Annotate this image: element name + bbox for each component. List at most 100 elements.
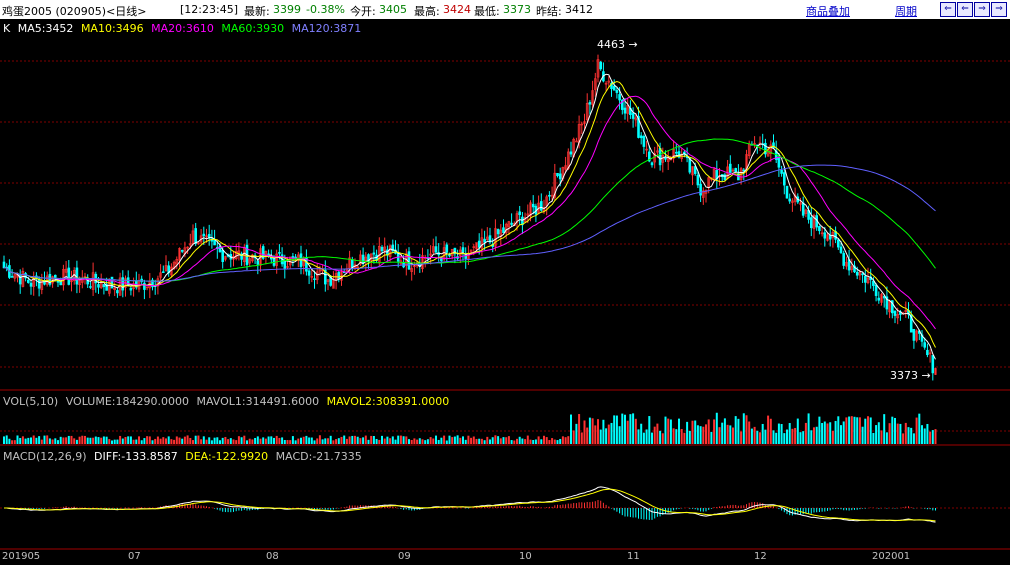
candle-body	[923, 342, 927, 348]
low-label: 最低:	[474, 5, 500, 18]
volume-bar	[453, 436, 456, 444]
nav-last-icon[interactable]: ⇒	[991, 2, 1007, 17]
volume-bar	[421, 439, 424, 444]
volume-bar	[135, 439, 138, 444]
volume-bar	[318, 435, 321, 444]
candle-body	[788, 198, 792, 202]
volume-bar	[537, 436, 540, 444]
volume-bar	[362, 437, 365, 444]
volume-bar	[389, 438, 392, 444]
volume-bar	[567, 436, 570, 444]
volume-bar	[62, 437, 65, 444]
volume-bar	[507, 436, 510, 444]
open-price: 3405	[379, 3, 407, 16]
volume-bar	[437, 439, 440, 444]
nav-first-icon[interactable]: ⇐	[940, 2, 956, 17]
volume-bar	[462, 436, 464, 444]
volume-bar	[761, 423, 764, 444]
volume-bar	[92, 437, 95, 444]
volume-bar	[38, 436, 41, 444]
volume-bar	[416, 439, 419, 444]
candle-body	[877, 297, 881, 301]
volume-bar	[810, 430, 813, 444]
volume-bar	[678, 418, 680, 444]
volume-bar	[740, 431, 743, 444]
nav-forward-icon[interactable]: ⇒	[974, 2, 990, 17]
volume-bar	[802, 431, 805, 444]
nav-back-icon[interactable]: ⇐	[957, 2, 973, 17]
volume-bar	[572, 430, 575, 444]
volume-bar	[918, 413, 921, 444]
volume-bar	[286, 440, 289, 444]
volume-bar	[19, 437, 22, 444]
volume-bar	[702, 426, 705, 444]
candle-body	[407, 251, 411, 270]
volume-bar	[200, 439, 203, 444]
volume-bar	[413, 438, 416, 444]
high-annotation: 4463 →	[597, 38, 638, 51]
volume-bar	[408, 439, 410, 444]
low-mark-text: 3373	[890, 369, 918, 382]
volume-bar	[688, 430, 691, 444]
volume-bar	[181, 438, 184, 444]
candle-body	[129, 287, 133, 291]
volume-bar	[707, 419, 710, 444]
candle-body	[313, 278, 316, 280]
open-label: 今开:	[350, 5, 376, 18]
candle-body	[836, 239, 840, 248]
volume-bar	[8, 438, 11, 444]
overlay-link[interactable]: 商品叠加	[806, 3, 850, 19]
volume-bar	[899, 423, 902, 444]
volume-bar	[799, 432, 802, 444]
volume-bar	[464, 439, 467, 444]
volume-bar	[715, 412, 718, 444]
volume-bar	[175, 436, 178, 444]
volume-bar	[210, 440, 213, 444]
macd-name: MACD(12,26,9)	[3, 450, 87, 463]
candle-body	[842, 253, 846, 266]
volume-bar	[354, 435, 356, 444]
volume-bar	[559, 438, 562, 444]
volume-bar	[224, 436, 227, 444]
ma-legend: K MA5:3452 MA10:3496 MA20:3610 MA60:3930…	[3, 22, 365, 35]
kline-chart[interactable]	[0, 19, 1010, 565]
candle-body	[650, 162, 654, 166]
volume-bar	[640, 423, 643, 444]
volume-bar	[216, 437, 219, 444]
volume-bar	[70, 435, 73, 444]
candle-body	[483, 238, 486, 243]
volume-bar	[748, 421, 751, 444]
macd-legend: MACD(12,26,9) DIFF:-133.8587 DEA:-122.99…	[3, 450, 366, 463]
volume-bar	[132, 439, 135, 444]
volume-bar	[856, 417, 859, 444]
volume-bar	[178, 437, 181, 444]
volume-bar	[345, 438, 348, 444]
candle-body	[477, 240, 481, 248]
volume-bar	[505, 437, 508, 444]
volume-bar	[583, 420, 586, 444]
mavol1-value: MAVOL1:314491.6000	[196, 395, 320, 408]
volume-bar	[896, 423, 899, 444]
volume-bar	[121, 438, 124, 444]
volume-bar	[402, 436, 405, 444]
period-link[interactable]: 周期	[895, 3, 917, 19]
candle-body	[728, 163, 732, 173]
volume-bar	[327, 438, 329, 444]
volume-bar	[165, 438, 167, 444]
volume-bar	[173, 439, 176, 444]
volume-bar	[821, 423, 824, 444]
volume-bar	[197, 435, 200, 444]
volume-bar	[680, 429, 683, 444]
volume-bar	[67, 435, 70, 444]
volume-bar	[480, 438, 483, 444]
candle-body	[361, 254, 365, 264]
ma120-label: MA120:3871	[291, 22, 362, 35]
volume-bar	[146, 436, 149, 444]
volume-bar	[848, 416, 851, 444]
volume-bar	[710, 431, 713, 444]
x-label-201905: 201905	[2, 551, 41, 562]
candle-body	[631, 112, 635, 119]
ma20-label: MA20:3610	[151, 22, 214, 35]
volume-bar	[850, 416, 853, 444]
volume-bar	[313, 440, 316, 444]
